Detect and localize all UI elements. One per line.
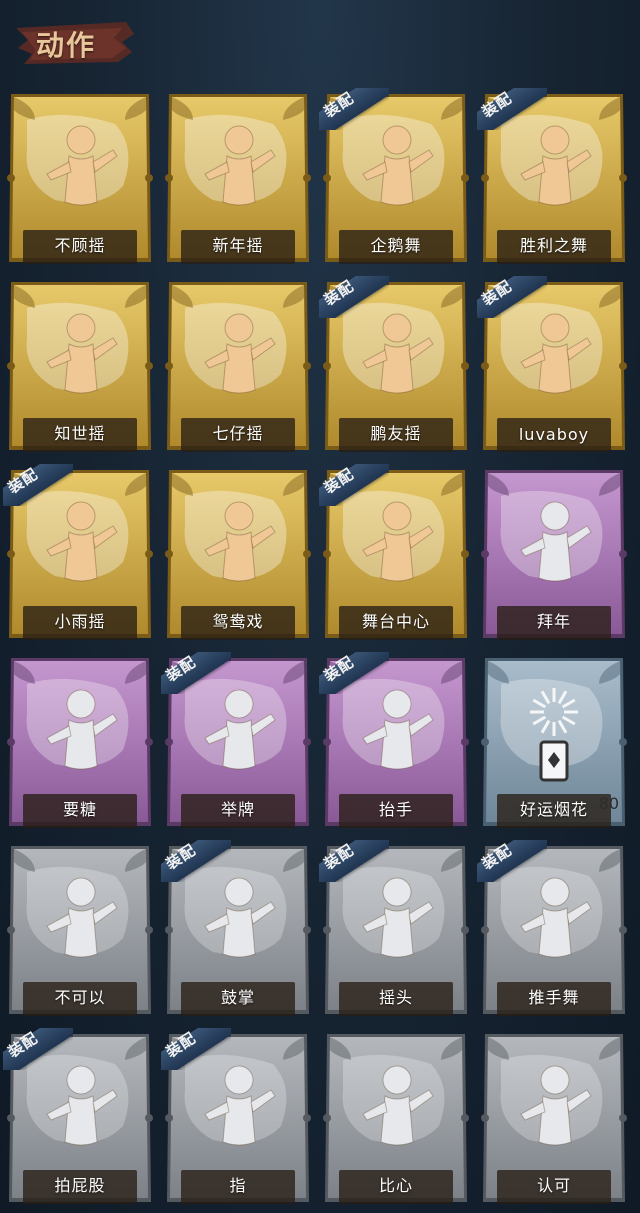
emote-card[interactable]: 认可 xyxy=(479,1030,629,1208)
emote-name: 摇头 xyxy=(378,988,413,1007)
emote-card[interactable]: 鸳鸯戏 xyxy=(163,466,313,644)
emote-card[interactable]: 胜利之舞 装配 xyxy=(477,88,629,268)
emote-name: 推手舞 xyxy=(528,988,580,1007)
emote-card[interactable]: 要糖 xyxy=(5,654,155,832)
push-dance-icon xyxy=(479,842,629,992)
pat-butt-icon xyxy=(5,1030,155,1180)
emote-grid: 不顾摇 新年摇 企鹅舞 装配 胜利之舞 装配 知世摇 七仔摇 鹏友摇 装配 lu… xyxy=(3,88,635,1208)
emote-card[interactable]: 新年摇 xyxy=(163,90,313,268)
emote-name: 七仔摇 xyxy=(212,424,264,443)
emote-card[interactable]: 不可以 xyxy=(5,842,155,1020)
emote-card[interactable]: 好运烟花 80 xyxy=(479,654,629,832)
finger-wag-icon xyxy=(5,842,155,992)
emote-card[interactable]: 鹏友摇 装配 xyxy=(319,276,471,456)
dance-pose-icon xyxy=(321,90,471,240)
emote-name: 要糖 xyxy=(62,800,97,819)
dance-pose-icon xyxy=(321,278,471,428)
emote-name: 新年摇 xyxy=(212,236,264,255)
emote-name: 举牌 xyxy=(220,800,255,819)
emote-name: 认可 xyxy=(536,1176,571,1195)
emote-card[interactable]: 知世摇 xyxy=(5,278,155,456)
emote-name: 舞台中心 xyxy=(361,612,430,631)
emote-name: 鼓掌 xyxy=(220,988,255,1007)
emote-card[interactable]: 不顾摇 xyxy=(5,90,155,268)
emote-name: 拜年 xyxy=(536,612,571,631)
emote-name: luvaboy xyxy=(518,425,590,444)
emote-name: 不可以 xyxy=(54,988,106,1007)
dance-pose-icon xyxy=(5,278,155,428)
emote-name: 不顾摇 xyxy=(54,236,106,255)
emote-name: 抬手 xyxy=(378,800,413,819)
header: 动作 xyxy=(0,0,640,86)
emote-name: 知世摇 xyxy=(54,424,106,443)
emote-name: 小雨摇 xyxy=(54,612,106,631)
clap-icon xyxy=(163,842,313,992)
emote-name: 鹏友摇 xyxy=(370,424,422,443)
emote-card[interactable]: 指装配 xyxy=(161,1028,313,1208)
thumbs-up-icon xyxy=(479,1030,629,1180)
dance-pose-icon xyxy=(163,466,313,616)
shake-head-icon xyxy=(321,842,471,992)
emote-card[interactable]: 摇头 装配 xyxy=(319,840,471,1020)
dance-pose-icon xyxy=(479,90,629,240)
dance-pose-icon xyxy=(321,466,471,616)
sign-board-icon xyxy=(163,654,313,804)
emote-card[interactable]: 举牌 装配 xyxy=(161,652,313,832)
item-count: 80 xyxy=(598,794,619,813)
page-title: 动作 xyxy=(36,29,97,62)
emote-card[interactable]: 舞台中心 装配 xyxy=(319,464,471,644)
dance-pose-icon xyxy=(163,278,313,428)
reach-pose-icon xyxy=(5,654,155,804)
emote-card[interactable]: 鼓掌 装配 xyxy=(161,840,313,1020)
emote-name: 鸳鸯戏 xyxy=(212,612,264,631)
emote-card[interactable]: 七仔摇 xyxy=(163,278,313,456)
emote-name: 指 xyxy=(229,1176,247,1195)
emote-card[interactable]: 比心 xyxy=(321,1030,471,1208)
emote-card[interactable]: 小雨摇 装配 xyxy=(3,464,155,644)
emote-card[interactable]: luvaboy 装配 xyxy=(477,276,629,456)
dance-pose-icon xyxy=(163,90,313,240)
finger-heart-icon xyxy=(321,1030,471,1180)
emote-card[interactable]: 企鹅舞 装配 xyxy=(319,88,471,268)
emote-name: 企鹅舞 xyxy=(370,236,422,255)
title-banner: 动作 xyxy=(14,18,136,66)
bow-pose-icon xyxy=(479,466,629,616)
firework-icon xyxy=(479,654,629,804)
emote-name: 拍屁股 xyxy=(54,1176,106,1195)
point-hand-icon xyxy=(163,1030,313,1180)
emote-card[interactable]: 拜年 xyxy=(479,466,629,644)
dance-pose-icon xyxy=(5,466,155,616)
dance-pose-icon xyxy=(5,90,155,240)
emote-card[interactable]: 推手舞 装配 xyxy=(477,840,629,1020)
emote-card[interactable]: 抬手 装配 xyxy=(319,652,471,832)
raise-hand-icon xyxy=(321,654,471,804)
emote-name: 比心 xyxy=(378,1176,413,1195)
emote-card[interactable]: 拍屁股 装配 xyxy=(3,1028,155,1208)
dance-pose-icon xyxy=(479,278,629,428)
emote-collection-screen: 动作 不顾摇 新年摇 企鹅舞 装配 胜利之舞 装配 知世摇 七仔摇 鹏友摇 装配… xyxy=(0,0,640,1213)
emote-name: 胜利之舞 xyxy=(519,236,588,255)
